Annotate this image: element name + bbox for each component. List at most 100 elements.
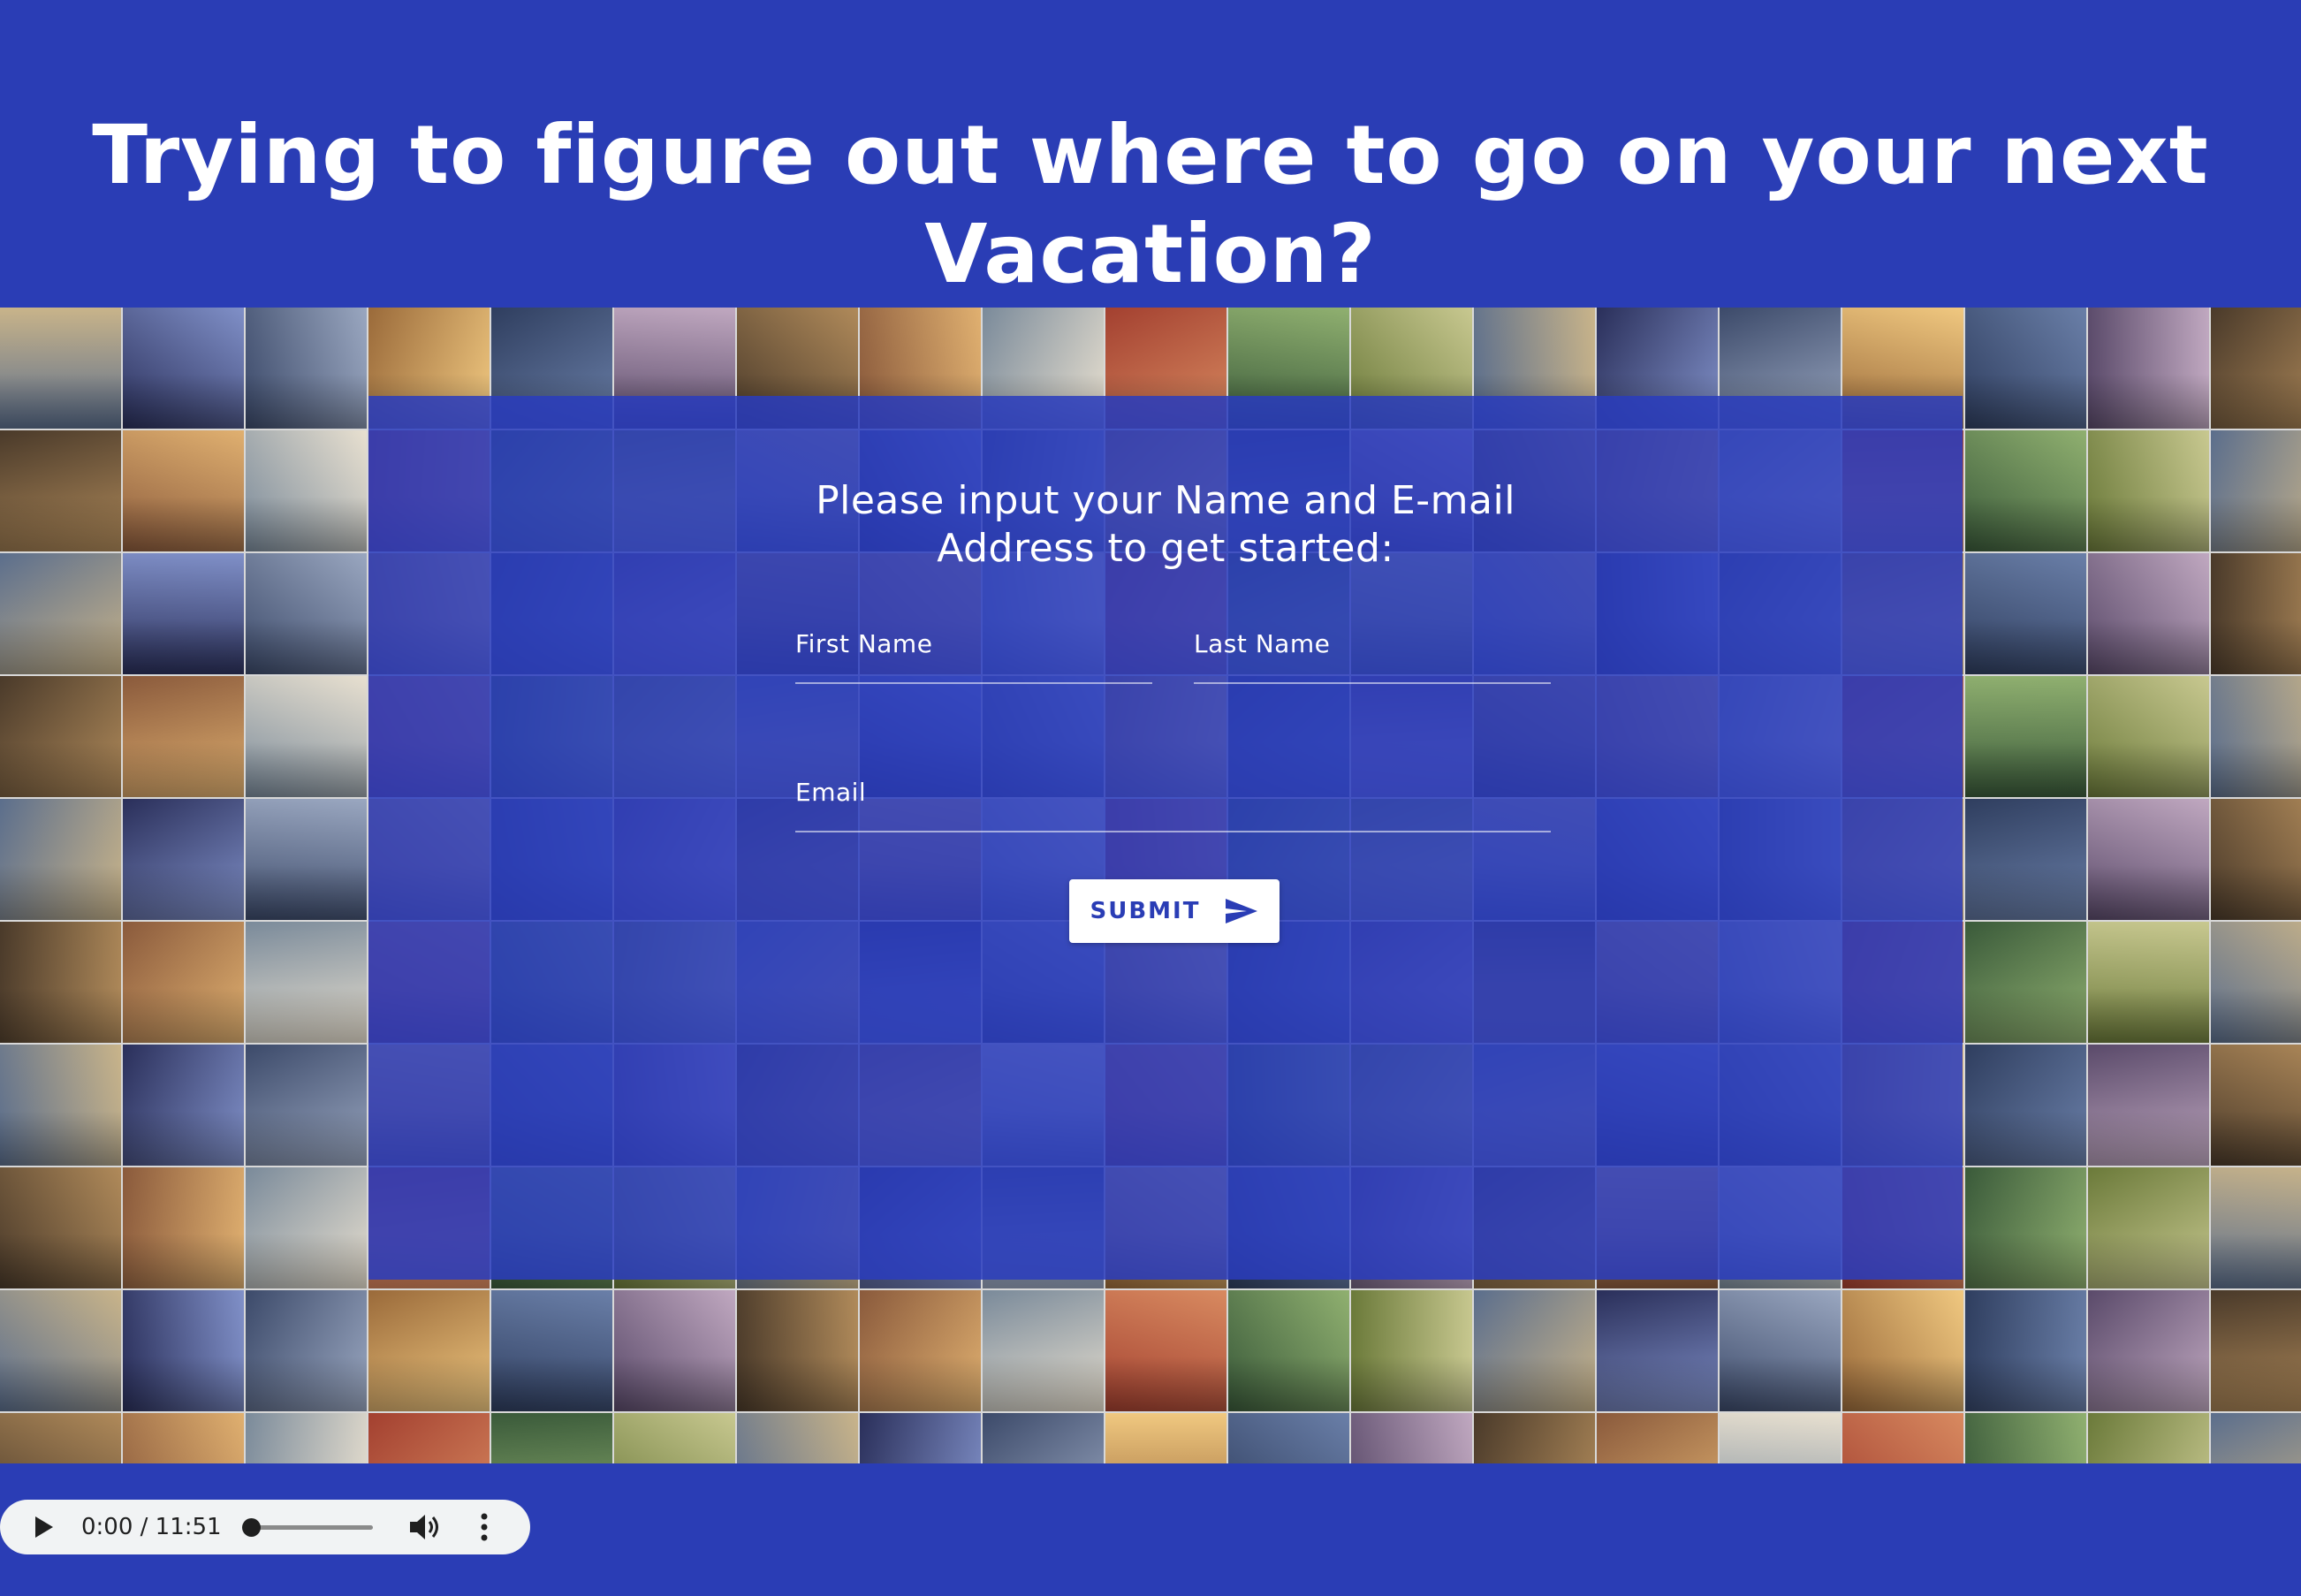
travel-photo: [123, 676, 244, 797]
travel-photo: [2088, 1290, 2209, 1411]
travel-photo: [368, 1290, 490, 1411]
travel-photo: [1597, 1413, 1718, 1463]
travel-photo: [2211, 1167, 2301, 1288]
travel-photo: [1720, 1413, 1841, 1463]
travel-photo: [1965, 799, 2086, 920]
travel-photo: [1474, 1290, 1595, 1411]
travel-photo: [1965, 1413, 2086, 1463]
travel-photo: [2088, 1413, 2209, 1463]
travel-photo: [860, 1413, 981, 1463]
travel-photo: [123, 1290, 244, 1411]
submit-label: SUBMIT: [1090, 898, 1201, 924]
first-name-input[interactable]: [795, 649, 1156, 677]
travel-photo: [737, 1290, 858, 1411]
travel-photo: [491, 1290, 612, 1411]
travel-photo: [0, 1290, 121, 1411]
travel-photo: [1965, 676, 2086, 797]
travel-photo: [1720, 1290, 1841, 1411]
travel-photo: [123, 1045, 244, 1166]
travel-photo: [246, 553, 367, 674]
last-name-input[interactable]: [1194, 649, 1554, 677]
travel-photo: [2211, 553, 2301, 674]
travel-photo: [1965, 1045, 2086, 1166]
travel-photo: [123, 1167, 244, 1288]
travel-photo: [737, 1413, 858, 1463]
travel-photo: [246, 308, 367, 429]
submit-button[interactable]: SUBMIT: [1069, 879, 1280, 943]
travel-photo: [2088, 308, 2209, 429]
travel-photo: [0, 1045, 121, 1166]
travel-photo: [2211, 922, 2301, 1043]
travel-photo: [1965, 308, 2086, 429]
travel-photo: [0, 308, 121, 429]
travel-photo: [1965, 922, 2086, 1043]
travel-photo: [1842, 1290, 1963, 1411]
form-heading-line-2: Address to get started:: [937, 526, 1394, 571]
page: Trying to figure out where to go on your…: [0, 0, 2301, 1596]
send-icon: [1225, 897, 1258, 925]
travel-photo: [123, 799, 244, 920]
travel-photo: [1597, 1290, 1718, 1411]
more-vert-icon[interactable]: [474, 1512, 495, 1542]
travel-photo: [2088, 553, 2209, 674]
travel-photo: [368, 1413, 490, 1463]
travel-photo: [0, 553, 121, 674]
travel-photo: [2211, 1290, 2301, 1411]
email-input[interactable]: [795, 797, 1554, 825]
audio-player: 0:00 / 11:51: [0, 1500, 530, 1554]
travel-photo: [983, 1290, 1104, 1411]
travel-photo: [2088, 1167, 2209, 1288]
travel-photo: [2211, 799, 2301, 920]
travel-photo: [2211, 1045, 2301, 1166]
travel-photo: [246, 430, 367, 551]
page-title: Trying to figure out where to go on your…: [0, 106, 2301, 304]
travel-photo: [1228, 1413, 1349, 1463]
travel-photo: [1965, 1167, 2086, 1288]
travel-photo: [2211, 430, 2301, 551]
travel-photo: [1228, 1290, 1349, 1411]
travel-photo: [123, 430, 244, 551]
travel-photo: [0, 799, 121, 920]
page-title-line-1: Trying to figure out where to go on your…: [92, 107, 2209, 202]
travel-photo: [2211, 1413, 2301, 1463]
travel-photo: [860, 1290, 981, 1411]
travel-photo: [2088, 1045, 2209, 1166]
page-title-line-2: Vacation?: [924, 206, 1377, 301]
seek-thumb[interactable]: [242, 1518, 261, 1537]
travel-photo: [0, 430, 121, 551]
travel-photo: [0, 922, 121, 1043]
travel-photo: [246, 922, 367, 1043]
travel-photo: [2088, 922, 2209, 1043]
travel-photo: [0, 1413, 121, 1463]
volume-icon[interactable]: [408, 1512, 444, 1542]
travel-photo: [0, 1167, 121, 1288]
seek-slider[interactable]: [242, 1518, 373, 1537]
play-icon[interactable]: [32, 1516, 55, 1539]
travel-photo: [246, 1045, 367, 1166]
travel-photo: [491, 1413, 612, 1463]
travel-photo: [246, 676, 367, 797]
email-field: Email: [795, 767, 1554, 832]
travel-photo: [123, 1413, 244, 1463]
travel-photo: [1965, 553, 2086, 674]
travel-photo: [123, 922, 244, 1043]
travel-photo: [614, 1290, 735, 1411]
travel-photo: [0, 676, 121, 797]
travel-photo: [246, 1413, 367, 1463]
last-name-field: Last Name: [1194, 619, 1554, 684]
travel-photo: [2211, 308, 2301, 429]
travel-photo: [2088, 430, 2209, 551]
travel-photo: [1474, 1413, 1595, 1463]
first-name-field: First Name: [795, 619, 1156, 684]
travel-photo: [123, 553, 244, 674]
travel-photo: [246, 799, 367, 920]
travel-photo: [123, 308, 244, 429]
travel-photo: [614, 1413, 735, 1463]
travel-photo: [1351, 1290, 1472, 1411]
travel-photo: [2088, 676, 2209, 797]
travel-photo: [1351, 1413, 1472, 1463]
form-heading-line-1: Please input your Name and E-mail: [816, 478, 1515, 523]
travel-photo: [1105, 1413, 1226, 1463]
travel-photo: [1842, 1413, 1963, 1463]
travel-photo: [2088, 799, 2209, 920]
